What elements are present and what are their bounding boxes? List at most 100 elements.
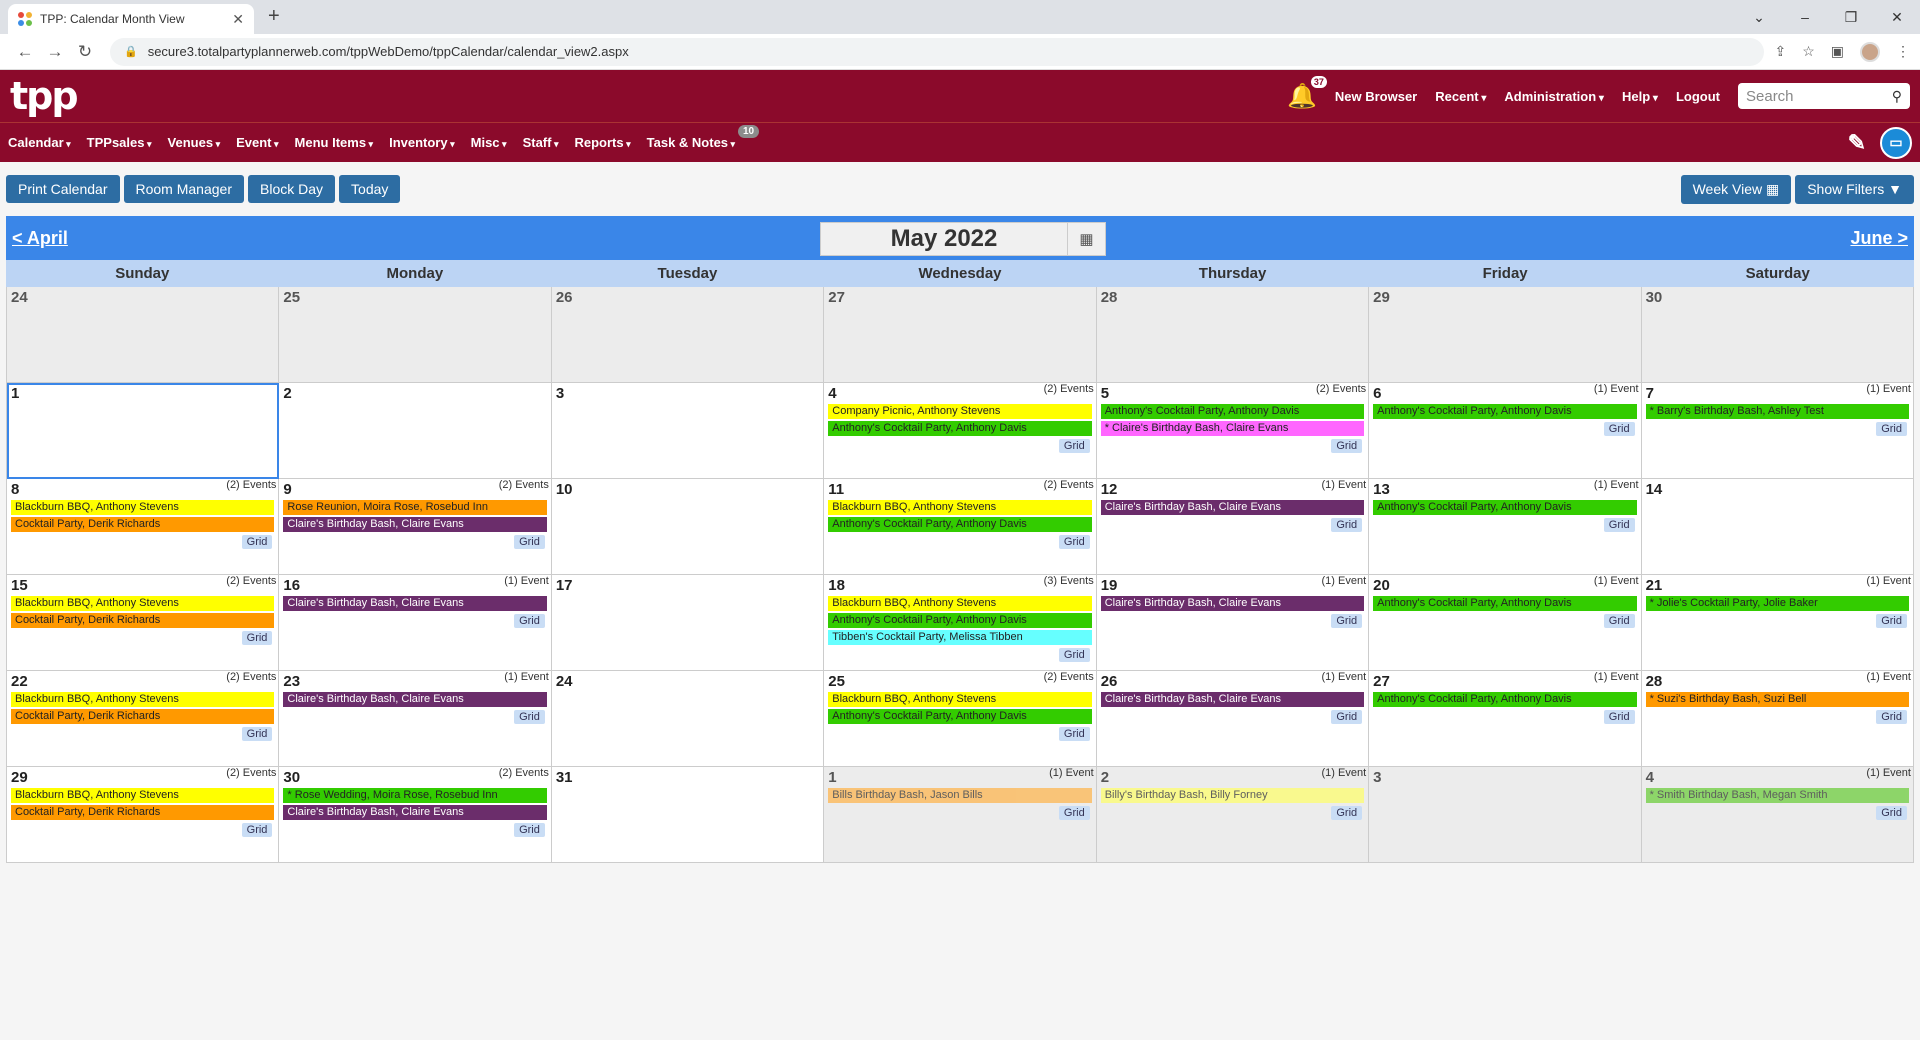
event-item[interactable]: * Jolie's Cocktail Party, Jolie Baker — [1645, 596, 1909, 611]
day-cell[interactable]: 30 (2) Events * Rose Wedding, Moira Rose, … — [279, 767, 552, 863]
search-input[interactable]: Search ⚲ — [1738, 83, 1910, 109]
grid-button[interactable]: Grid — [1603, 518, 1635, 532]
event-item[interactable]: Claire's Birthday Bash, Claire Evans — [1100, 692, 1365, 707]
day-cell[interactable]: 9 (2) Events Rose Reunion, Moira Rose, Ros… — [279, 479, 552, 575]
next-month-link[interactable]: June > — [1850, 228, 1908, 249]
prev-month-link[interactable]: < April — [12, 228, 68, 249]
nav-venues[interactable]: Venues — [168, 135, 221, 150]
day-cell[interactable]: 12 (1) Event Claire's Birthday Bash, Clair… — [1096, 479, 1370, 575]
restore-icon[interactable]: ❐ — [1828, 9, 1874, 26]
block-day-button[interactable]: Block Day — [248, 175, 336, 203]
grid-button[interactable]: Grid — [241, 631, 273, 645]
event-item[interactable]: Claire's Birthday Bash, Claire Evans — [283, 692, 547, 707]
day-cell[interactable]: 20 (1) Event Anthony's Cocktail Party, Ant… — [1369, 575, 1642, 671]
event-item[interactable]: Cocktail Party, Derik Richards — [11, 517, 275, 532]
recent-menu[interactable]: Recent — [1435, 89, 1486, 104]
day-cell[interactable]: 31 — [551, 767, 825, 863]
event-item[interactable]: Billy's Birthday Bash, Billy Forney — [1100, 788, 1365, 803]
day-cell[interactable]: 3 — [1369, 767, 1642, 863]
event-item[interactable]: Anthony's Cocktail Party, Anthony Davis — [1373, 500, 1637, 515]
grid-button[interactable]: Grid — [1603, 710, 1635, 724]
event-item[interactable]: Cocktail Party, Derik Richards — [11, 709, 275, 724]
day-cell[interactable]: 17 — [551, 575, 825, 671]
event-item[interactable]: Claire's Birthday Bash, Claire Evans — [1100, 596, 1365, 611]
event-item[interactable]: Claire's Birthday Bash, Claire Evans — [1100, 500, 1365, 515]
url-field[interactable]: 🔒 secure3.totalpartyplannerweb.com/tppWe… — [110, 37, 1765, 66]
new-tab-icon[interactable]: + — [268, 5, 280, 28]
help-menu[interactable]: Help — [1622, 89, 1658, 104]
event-item[interactable]: * Rose Wedding, Moira Rose, Rosebud Inn — [283, 788, 547, 803]
event-item[interactable]: Tibben's Cocktail Party, Melissa Tibben — [828, 630, 1092, 645]
close-tab-icon[interactable]: ✕ — [232, 11, 244, 28]
grid-button[interactable]: Grid — [514, 614, 545, 628]
day-cell[interactable]: 15 (2) Events Blackburn BBQ, Anthony Steve… — [7, 575, 280, 671]
logout-link[interactable]: Logout — [1676, 89, 1720, 104]
nav-staff[interactable]: Staff — [523, 135, 559, 150]
event-item[interactable]: Claire's Birthday Bash, Claire Evans — [283, 805, 547, 820]
grid-button[interactable]: Grid — [1331, 439, 1363, 453]
day-cell[interactable]: 25 (2) Events Blackburn BBQ, Anthony Steve… — [824, 671, 1097, 767]
event-item[interactable]: Blackburn BBQ, Anthony Stevens — [11, 596, 275, 611]
nav-event[interactable]: Event — [236, 135, 278, 150]
grid-button[interactable]: Grid — [1876, 806, 1907, 820]
grid-button[interactable]: Grid — [1603, 614, 1635, 628]
day-cell[interactable]: 21 (1) Event * Jolie's Cocktail Party, Jol… — [1641, 575, 1914, 671]
event-item[interactable]: Blackburn BBQ, Anthony Stevens — [828, 692, 1092, 707]
grid-button[interactable]: Grid — [1058, 806, 1090, 820]
nav-menu-items[interactable]: Menu Items — [295, 135, 374, 150]
event-item[interactable]: Bills Birthday Bash, Jason Bills — [828, 788, 1092, 803]
tpp-logo[interactable]: tpp — [10, 74, 79, 118]
event-item[interactable]: Anthony's Cocktail Party, Anthony Davis — [1373, 692, 1637, 707]
grid-button[interactable]: Grid — [241, 823, 273, 837]
signature-pen-icon[interactable]: ✎ — [1848, 130, 1866, 156]
show-filters-button[interactable]: Show Filters ▼ — [1795, 174, 1914, 204]
close-window-icon[interactable]: ✕ — [1874, 9, 1920, 26]
day-cell[interactable]: 27 (1) Event Anthony's Cocktail Party, Ant… — [1369, 671, 1642, 767]
event-item[interactable]: Cocktail Party, Derik Richards — [11, 805, 275, 820]
grid-button[interactable]: Grid — [241, 535, 273, 549]
day-cell[interactable]: 5 (2) Events Anthony's Cocktail Party, Ant… — [1096, 383, 1370, 479]
day-cell[interactable]: 29 (2) Events Blackburn BBQ, Anthony Steve… — [7, 767, 280, 863]
day-cell[interactable]: 22 (2) Events Blackburn BBQ, Anthony Steve… — [7, 671, 280, 767]
event-item[interactable]: Blackburn BBQ, Anthony Stevens — [11, 500, 275, 515]
print-calendar-button[interactable]: Print Calendar — [6, 175, 120, 203]
nav-reports[interactable]: Reports — [574, 135, 630, 150]
grid-button[interactable]: Grid — [1058, 439, 1090, 453]
nav-tppsales[interactable]: TPPsales — [87, 135, 152, 150]
tab-search-icon[interactable]: ⌄ — [1736, 9, 1782, 26]
grid-button[interactable]: Grid — [514, 535, 545, 549]
day-cell[interactable]: 29 — [1369, 287, 1642, 383]
day-cell[interactable]: 4 (2) Events Company Picnic, Anthony Steve… — [824, 383, 1097, 479]
event-item[interactable]: Claire's Birthday Bash, Claire Evans — [283, 596, 547, 611]
event-item[interactable]: Cocktail Party, Derik Richards — [11, 613, 275, 628]
room-manager-button[interactable]: Room Manager — [123, 175, 244, 203]
nav-inventory[interactable]: Inventory — [389, 135, 455, 150]
administration-menu[interactable]: Administration — [1504, 89, 1604, 104]
nav-calendar[interactable]: Calendar — [8, 135, 71, 150]
day-cell[interactable]: 1 (1) Event Bills Birthday Bash, Jason Bil… — [824, 767, 1097, 863]
today-button[interactable]: Today — [339, 175, 401, 203]
day-cell[interactable]: 4 (1) Event * Smith Birthday Bash, Megan S… — [1641, 767, 1914, 863]
event-item[interactable]: Claire's Birthday Bash, Claire Evans — [283, 517, 547, 532]
day-cell[interactable]: 13 (1) Event Anthony's Cocktail Party, Ant… — [1369, 479, 1642, 575]
day-cell[interactable]: 24 — [551, 671, 825, 767]
day-cell[interactable]: 14 — [1641, 479, 1914, 575]
browser-tab[interactable]: TPP: Calendar Month View ✕ — [8, 4, 254, 34]
new-browser-link[interactable]: New Browser — [1335, 89, 1417, 104]
event-item[interactable]: Anthony's Cocktail Party, Anthony Davis — [828, 517, 1092, 532]
event-item[interactable]: Rose Reunion, Moira Rose, Rosebud Inn — [283, 500, 547, 515]
day-cell[interactable]: 26 (1) Event Claire's Birthday Bash, Clair… — [1096, 671, 1370, 767]
grid-button[interactable]: Grid — [1058, 535, 1090, 549]
day-cell[interactable]: 28 (1) Event * Suzi's Birthday Bash, Suzi … — [1641, 671, 1914, 767]
event-item[interactable]: Blackburn BBQ, Anthony Stevens — [11, 692, 275, 707]
day-cell[interactable]: 18 (3) Events Blackburn BBQ, Anthony Steve… — [824, 575, 1097, 671]
event-item[interactable]: Company Picnic, Anthony Stevens — [828, 404, 1092, 419]
minimize-icon[interactable]: – — [1782, 9, 1828, 25]
grid-button[interactable]: Grid — [1603, 422, 1635, 436]
event-item[interactable]: Anthony's Cocktail Party, Anthony Davis — [828, 421, 1092, 436]
event-item[interactable]: * Suzi's Birthday Bash, Suzi Bell — [1645, 692, 1909, 707]
day-cell[interactable]: 30 — [1641, 287, 1914, 383]
day-cell[interactable]: 6 (1) Event Anthony's Cocktail Party, Anth… — [1369, 383, 1642, 479]
event-item[interactable]: Blackburn BBQ, Anthony Stevens — [828, 596, 1092, 611]
grid-button[interactable]: Grid — [1876, 710, 1907, 724]
